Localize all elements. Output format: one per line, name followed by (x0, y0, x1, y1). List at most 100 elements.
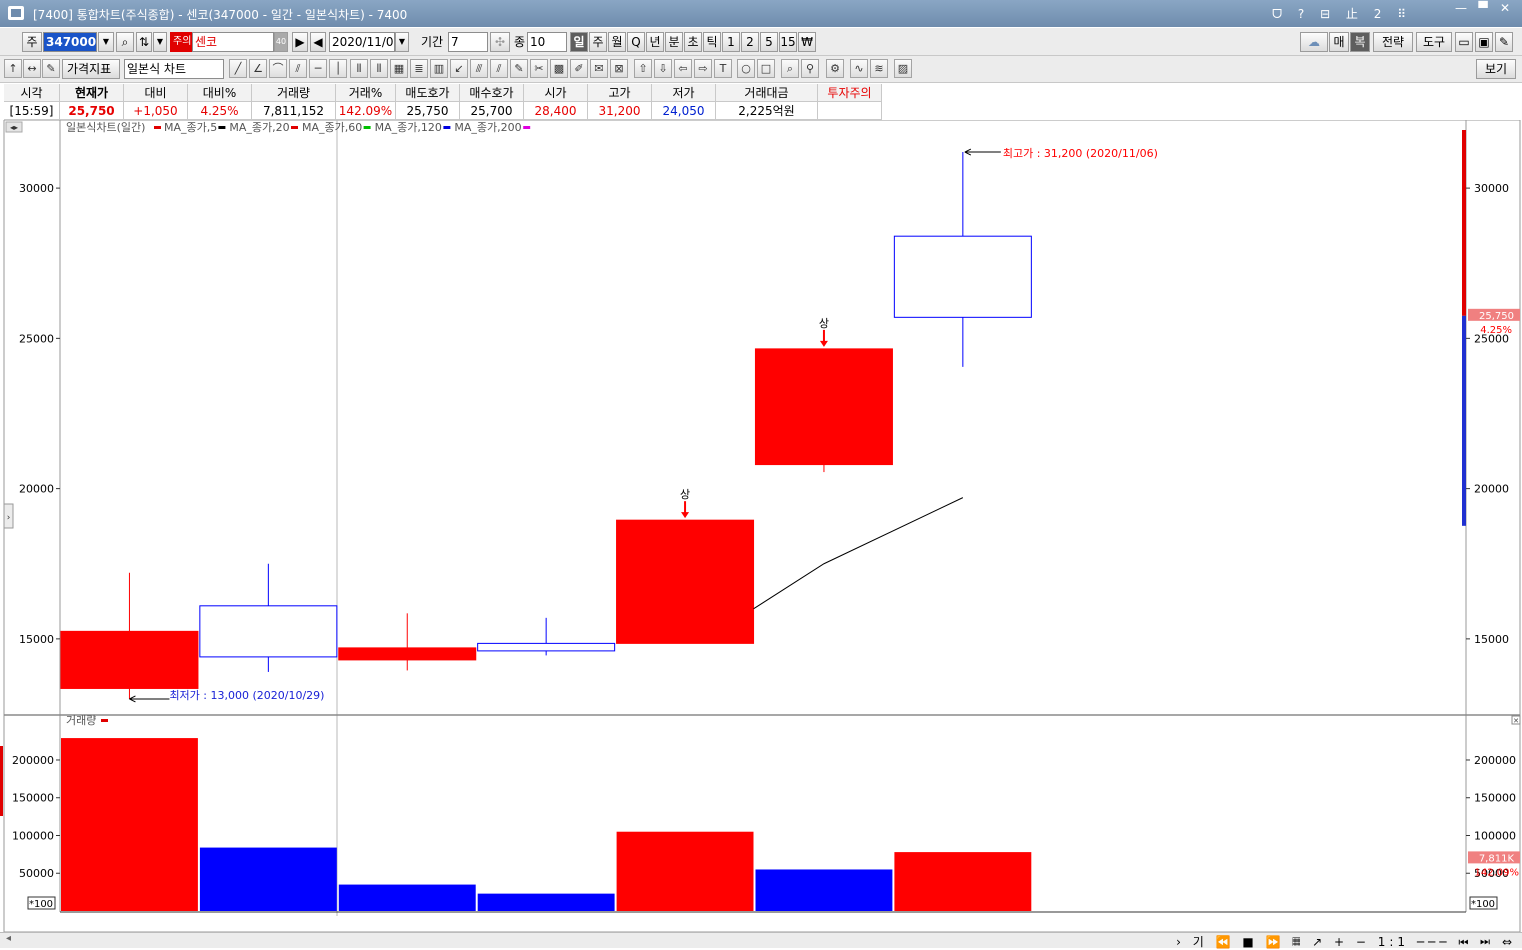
magnet-icon[interactable]: ⚲ (801, 59, 819, 78)
maximize-button[interactable]: ▀ (1472, 2, 1494, 16)
gann-icon[interactable]: ≣ (410, 59, 428, 78)
search-icon[interactable]: ⌕ (116, 32, 134, 52)
circle-tool-icon[interactable]: ○ (737, 59, 755, 78)
interval-button-12[interactable]: ₩ (798, 32, 816, 52)
zoom-tool-icon[interactable]: ⌕ (781, 59, 799, 78)
count-input[interactable]: 10 (527, 32, 567, 52)
up-arrow-icon[interactable]: ↑ (4, 59, 22, 78)
quote-header-12: 투자주의 (818, 84, 882, 102)
candle-body-6 (893, 235, 1032, 318)
candle-body-4 (616, 519, 755, 644)
hline-tool-icon[interactable]: ─ (309, 59, 327, 78)
sort-icon[interactable]: ⇅ (136, 32, 152, 52)
expand-horizontal-icon[interactable]: ↔ (23, 59, 41, 78)
interval-button-10[interactable]: 5 (760, 32, 778, 52)
box-x-icon[interactable]: ⊠ (610, 59, 628, 78)
waves-icon[interactable]: ≋ (870, 59, 888, 78)
code-dropdown-icon[interactable]: ▼ (98, 32, 114, 52)
interval-button-5[interactable]: 분 (665, 32, 683, 52)
quote-header-8: 시가 (524, 84, 588, 102)
minimize-button[interactable]: — (1450, 2, 1472, 16)
color-icon[interactable]: ▩ (550, 59, 568, 78)
interval-button-9[interactable]: 2 (741, 32, 759, 52)
settings-wrench-icon[interactable]: ✎ (1495, 32, 1513, 52)
arrow-left-icon[interactable]: ⇦ (674, 59, 692, 78)
price-indicator-select[interactable]: 가격지표 (62, 59, 120, 79)
rect-tool-icon[interactable]: □ (757, 59, 775, 78)
cloud-icon[interactable]: ☁ (1300, 32, 1328, 52)
view-button[interactable]: 보기 (1476, 59, 1516, 79)
chart-area[interactable]: ◂▸ › 일본식차트(일간) MA_종가,5 MA_종가,20 MA_종가,60 MA_… (0, 119, 1522, 933)
save-icon[interactable]: ▣ (1475, 32, 1493, 52)
interval-button-1[interactable]: 주 (589, 32, 607, 52)
eraser-icon[interactable]: ✂ (530, 59, 548, 78)
pencil-icon[interactable]: ✎ (510, 59, 528, 78)
interval-button-4[interactable]: 년 (646, 32, 664, 52)
line-tool-icon[interactable]: ╱ (229, 59, 247, 78)
prev-arrow-icon[interactable]: ◀ (310, 32, 326, 52)
wave-icon[interactable]: ∿ (850, 59, 868, 78)
candlestick-chart-svg[interactable]: ◂▸ › 일본식차트(일간) MA_종가,5 MA_종가,20 MA_종가,60 MA_… (0, 119, 1522, 933)
chart-type-select[interactable]: 일본식 차트 (124, 59, 224, 79)
scroll-left-icon[interactable]: ◂ (6, 933, 11, 944)
interval-button-0[interactable]: 일 (570, 32, 588, 52)
crosshair-icon[interactable]: ✣ (490, 32, 510, 52)
interval-button-7[interactable]: 틱 (703, 32, 721, 52)
angle-tool-icon[interactable]: ∠ (249, 59, 267, 78)
edit-document-icon[interactable]: ✎ (42, 59, 60, 78)
fan-tool-icon[interactable]: ⫽ (289, 59, 307, 78)
volume-tick-label-right-2: 150000 (1474, 792, 1516, 805)
arrow-up-icon[interactable]: ⇧ (634, 59, 652, 78)
open-folder-icon[interactable]: ▭ (1455, 32, 1473, 52)
interval-button-11[interactable]: 15 (779, 32, 797, 52)
quote-value-0: [15:59] (4, 102, 60, 120)
tools-button[interactable]: 도구 (1416, 32, 1452, 52)
limit-up-marker-4: 상 (680, 488, 690, 501)
regression-icon[interactable]: ▥ (430, 59, 448, 78)
stock-info-icon[interactable]: 40 (274, 32, 288, 52)
close-button[interactable]: ✕ (1494, 2, 1516, 16)
note-icon[interactable]: ✉ (590, 59, 608, 78)
candle-body-1 (199, 605, 338, 658)
quote-header-0: 시각 (4, 84, 60, 102)
playback-controls[interactable]: › 기 ⏪ ■ ⏩ 𝄜 ↗ + − 1:1 ─── ⏮ ⏭ ⇔ (1176, 933, 1516, 950)
market-select[interactable]: 주 (22, 32, 42, 52)
title-tool-icons[interactable]: ᗜ ? ⊟ 止 2 ⠿ (1272, 5, 1412, 22)
text-tool-icon[interactable]: T (714, 59, 732, 78)
interval-button-3[interactable]: Q (627, 32, 645, 52)
stock-code-input[interactable]: 347000 (43, 32, 97, 52)
vline-tool-icon[interactable]: │ (329, 59, 347, 78)
period-icon[interactable]: ⦀ (370, 59, 388, 78)
price-legend-item-2: MA_종가,60 (302, 121, 362, 134)
buy-button[interactable]: 매 (1329, 32, 1349, 52)
quote-header-1: 현재가 (60, 84, 124, 102)
channel-icon[interactable]: ⫻ (470, 59, 488, 78)
arrow-right-icon[interactable]: ⇨ (694, 59, 712, 78)
fibo-time-icon[interactable]: ⦀ (350, 59, 368, 78)
price-tick-label-left-0: 15000 (19, 633, 54, 646)
trend-icon[interactable]: ↙ (450, 59, 468, 78)
strategy-button[interactable]: 전략 (1373, 32, 1413, 52)
brush-icon[interactable]: ✐ (570, 59, 588, 78)
chart-icon[interactable]: ▨ (894, 59, 912, 78)
interval-button-8[interactable]: 1 (722, 32, 740, 52)
interval-button-2[interactable]: 월 (608, 32, 626, 52)
arc-tool-icon[interactable]: ⌒ (269, 59, 287, 78)
price-tick-label-left-2: 25000 (19, 332, 54, 345)
candle-body-3 (477, 642, 616, 652)
next-arrow-icon[interactable]: ▶ (292, 32, 308, 52)
volume-bar-0 (61, 738, 198, 911)
quote-value-8: 28,400 (524, 102, 588, 120)
parallel-icon[interactable]: ⫽ (490, 59, 508, 78)
date-input[interactable]: 2020/11/06 (329, 32, 395, 52)
compound-button[interactable]: 복 (1350, 32, 1370, 52)
settings-icon[interactable]: ⚙ (826, 59, 844, 78)
period-input[interactable]: 7 (448, 32, 488, 52)
interval-button-6[interactable]: 초 (684, 32, 702, 52)
left-volume-strip (0, 746, 3, 816)
date-dropdown-icon[interactable]: ▼ (395, 32, 409, 52)
grid-tool-icon[interactable]: ▦ (390, 59, 408, 78)
arrow-down-icon[interactable]: ⇩ (654, 59, 672, 78)
sort-dropdown-icon[interactable]: ▼ (153, 32, 167, 52)
quote-header-9: 고가 (588, 84, 652, 102)
